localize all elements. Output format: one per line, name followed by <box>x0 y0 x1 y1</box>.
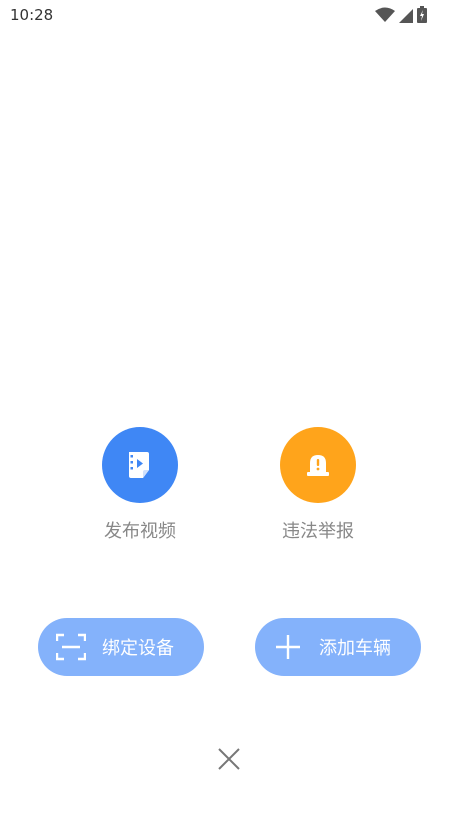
bind-device-button[interactable]: 绑定设备 <box>38 618 204 676</box>
status-bar: 10:28 <box>0 0 459 32</box>
scan-icon <box>56 633 86 661</box>
bind-device-label: 绑定设备 <box>102 638 174 659</box>
close-button[interactable] <box>216 746 242 772</box>
violation-report-label: 违法举报 <box>282 521 354 542</box>
add-vehicle-button[interactable]: 添加车辆 <box>255 618 421 676</box>
signal-icon <box>399 8 413 23</box>
alarm-report-icon <box>307 455 329 476</box>
battery-charging-icon <box>417 6 427 23</box>
plus-icon <box>273 633 303 661</box>
status-icons <box>375 6 427 23</box>
close-icon <box>218 748 240 770</box>
violation-report-circle[interactable] <box>280 427 356 503</box>
violation-report-action[interactable]: 违法举报 <box>263 427 373 543</box>
add-vehicle-label: 添加车辆 <box>319 638 391 659</box>
wifi-icon <box>375 7 395 22</box>
publish-video-label: 发布视频 <box>104 521 176 542</box>
publish-video-action[interactable]: 发布视频 <box>85 427 195 543</box>
publish-video-circle[interactable] <box>102 427 178 503</box>
video-publish-icon <box>129 452 149 478</box>
status-time: 10:28 <box>10 6 54 24</box>
